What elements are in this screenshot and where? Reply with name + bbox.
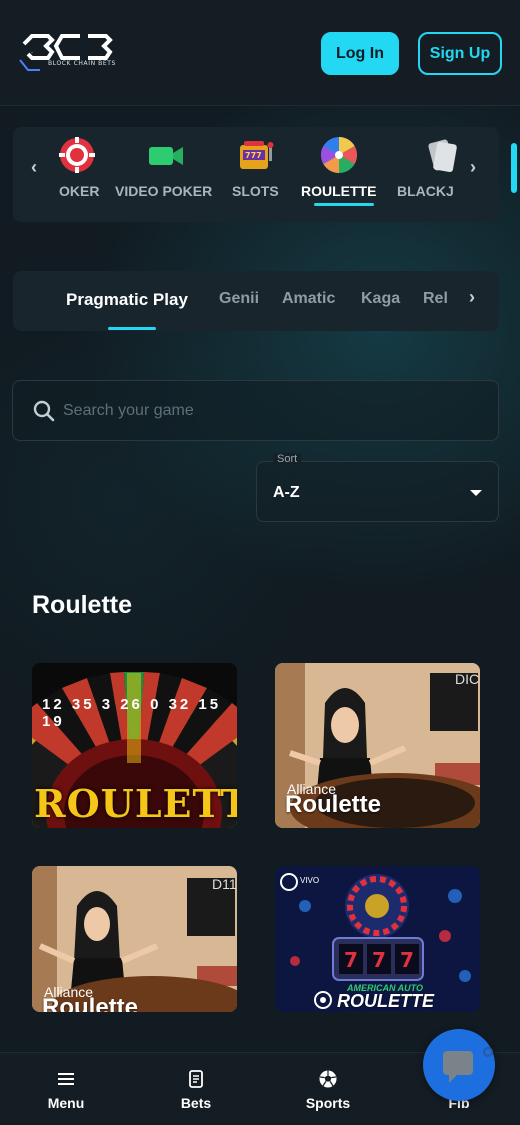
roulette-wheel-icon [320, 137, 358, 173]
game-title: Roulette [42, 994, 138, 1012]
menu-icon [58, 1073, 74, 1085]
category-poker[interactable]: OKER [51, 127, 111, 222]
tile-corner-label: DIC [455, 671, 480, 687]
category-label: ROULETTE [301, 183, 377, 199]
category-label: VIDEO POKER [115, 183, 213, 199]
section-title: Roulette [32, 591, 132, 619]
signup-button[interactable]: Sign Up [418, 32, 502, 75]
sports-ball-icon [319, 1070, 337, 1088]
sort-select[interactable]: Sort A-Z [256, 453, 499, 522]
svg-text:7: 7 [400, 948, 414, 972]
chevron-left-icon[interactable]: ‹ [31, 157, 37, 178]
nav-label: Menu [47, 1095, 85, 1111]
nav-label: Bets [180, 1095, 212, 1111]
chat-button[interactable] [423, 1029, 495, 1101]
provider-brand: VIVO [300, 876, 320, 885]
login-button[interactable]: Log In [321, 32, 399, 75]
logo-text: BCB [31, 52, 33, 54]
scroll-indicator[interactable] [511, 143, 517, 193]
logo-subtitle: BLOCK CHAIN BETS [48, 60, 116, 67]
category-label: BLACKJ [397, 183, 454, 199]
svg-text:7: 7 [344, 948, 358, 972]
svg-text:777: 777 [245, 151, 262, 160]
game-title: Roulette [285, 791, 381, 818]
chat-icon [443, 1051, 473, 1083]
game-tile-alliance-roulette[interactable]: DIC Alliance Roulette [275, 663, 480, 828]
slot-machine-icon: 777 [240, 141, 274, 169]
category-carousel: ‹ OKER VIDEO POKER 777 SLOTS ROULETTE BL… [13, 127, 499, 222]
caret-down-icon [470, 490, 482, 496]
sort-label: Sort [273, 453, 302, 465]
category-label: SLOTS [232, 183, 279, 199]
chevron-right-icon[interactable]: › [469, 287, 475, 308]
provider-tab-kaga[interactable]: Kaga [361, 290, 400, 308]
provider-tab-pragmatic-play[interactable]: Pragmatic Play [66, 290, 188, 310]
game-tile-alliance-roulette-2[interactable]: D11 Alliance Roulette [32, 866, 237, 1012]
provider-tab-rel[interactable]: Rel [423, 290, 448, 308]
roulette-emblem-icon [314, 991, 332, 1009]
category-active-indicator [314, 203, 374, 206]
tile-corner-label: D11 [212, 876, 237, 892]
category-label: OKER [59, 183, 100, 199]
nav-label: Sports [305, 1095, 351, 1111]
game-tile-american-auto-roulette[interactable]: 7 7 7 VIVO AMERICAN AUTO ROULETTE [275, 866, 480, 1012]
poker-chip-icon [59, 137, 95, 173]
sort-value: A-Z [273, 484, 300, 501]
category-slots[interactable]: 777 SLOTS [231, 127, 283, 222]
provider-tab-amatic[interactable]: Amatic [282, 290, 335, 308]
bcb-logo[interactable]: BCB [18, 30, 133, 74]
category-video-poker[interactable]: VIDEO POKER [115, 127, 215, 222]
nav-menu[interactable]: Menu [21, 1053, 111, 1125]
category-roulette[interactable]: ROULETTE [299, 127, 379, 222]
search-box [12, 380, 499, 441]
category-blackjack[interactable]: BLACKJ [395, 127, 457, 222]
chevron-right-icon[interactable]: › [470, 157, 476, 178]
video-camera-icon [149, 147, 183, 165]
svg-text:7: 7 [372, 948, 386, 972]
wheel-numbers: 12 35 3 26 0 32 15 19 [42, 696, 222, 730]
game-title: ROULETTE [34, 781, 237, 826]
top-header: BCB BLOCK CHAIN BETS Log In Sign Up [0, 0, 520, 106]
provider-tabs: Pragmatic Play Genii Amatic Kaga Rel › [13, 271, 499, 331]
notification-dot [483, 1047, 493, 1057]
provider-active-indicator [108, 327, 156, 330]
bets-icon [189, 1070, 203, 1088]
nav-sports[interactable]: Sports [283, 1053, 373, 1125]
game-tile-roulette[interactable]: 12 35 3 26 0 32 15 19 ROULETTE [32, 663, 237, 828]
search-icon [33, 400, 55, 422]
cards-icon [428, 139, 457, 173]
provider-tab-genii[interactable]: Genii [219, 290, 259, 308]
search-input[interactable] [63, 381, 483, 440]
game-title: ROULETTE [337, 991, 434, 1011]
nav-bets[interactable]: Bets [151, 1053, 241, 1125]
